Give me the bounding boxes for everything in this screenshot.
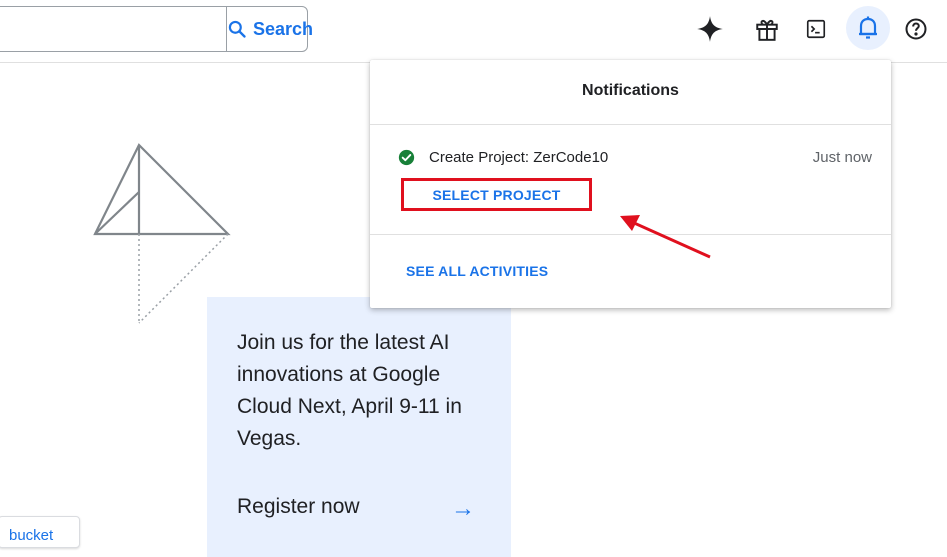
register-now-link[interactable]: Register now bbox=[237, 495, 360, 519]
promo-text: Join us for the latest AI innovations at… bbox=[237, 331, 462, 450]
notification-item-title: Create Project: ZerCode10 bbox=[429, 149, 609, 166]
annotation-arrow-icon bbox=[620, 215, 711, 259]
help-icon[interactable] bbox=[899, 12, 933, 46]
notifications-panel: Notifications Create Project: ZerCode10 … bbox=[370, 60, 891, 308]
search-button[interactable]: Search bbox=[226, 7, 313, 51]
notifications-title: Notifications bbox=[582, 82, 679, 99]
gift-icon[interactable] bbox=[750, 12, 784, 46]
cloud-next-promo-card: Join us for the latest AI innovations at… bbox=[207, 297, 511, 557]
see-all-activities-link[interactable]: SEE ALL ACTIVITIES bbox=[406, 263, 548, 279]
bucket-chip-label: bucket bbox=[9, 527, 54, 544]
bucket-chip[interactable]: bucket bbox=[0, 516, 80, 548]
select-project-label: SELECT PROJECT bbox=[432, 186, 561, 203]
notifications-bell-icon[interactable] bbox=[846, 6, 890, 50]
cloud-shell-terminal-icon[interactable] bbox=[799, 12, 833, 46]
search-icon bbox=[227, 19, 247, 39]
gemini-sparkle-icon[interactable] bbox=[693, 12, 727, 46]
notification-item-time: Just now bbox=[812, 149, 872, 166]
select-project-button[interactable]: SELECT PROJECT bbox=[401, 178, 592, 211]
search-button-label: Search bbox=[253, 18, 314, 39]
arrow-right-icon[interactable]: → bbox=[451, 495, 475, 523]
search-input[interactable] bbox=[0, 7, 226, 51]
success-check-icon bbox=[398, 149, 415, 166]
notifications-divider bbox=[370, 124, 891, 125]
search-bar: Search bbox=[0, 6, 313, 52]
